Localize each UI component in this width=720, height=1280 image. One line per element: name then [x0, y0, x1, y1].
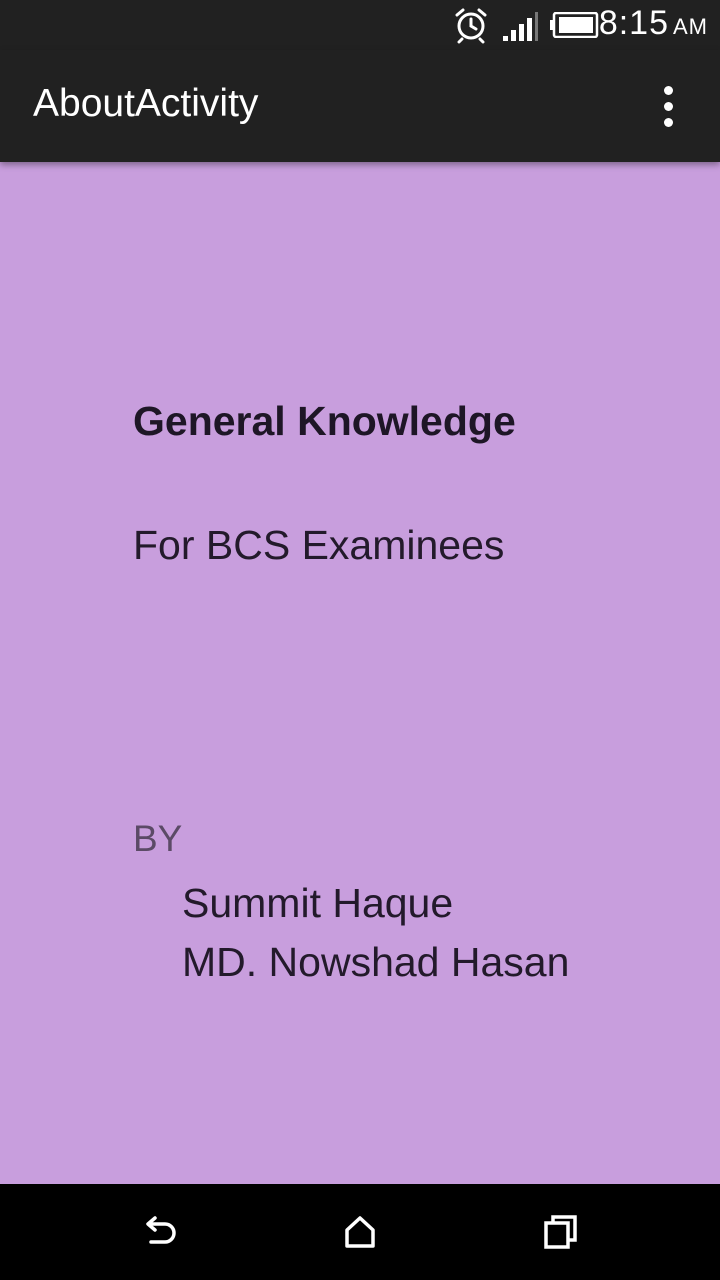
- signal-icon: [503, 12, 538, 41]
- app-subtitle: For BCS Examinees: [133, 522, 505, 568]
- more-vert-icon-dot: [663, 85, 673, 95]
- status-time-value: 8:15: [598, 4, 669, 42]
- back-icon[interactable]: [139, 1212, 179, 1252]
- battery-icon: [550, 12, 599, 38]
- author-name: MD. Nowshad Hasan: [182, 939, 570, 985]
- more-vert-icon-dot: [663, 101, 673, 111]
- by-label: BY: [133, 818, 183, 859]
- more-vert-icon-dot: [663, 117, 673, 127]
- author-name: Summit Haque: [182, 880, 454, 926]
- app-name-heading: General Knowledge: [133, 398, 516, 444]
- alarm-icon: [455, 8, 487, 44]
- home-icon[interactable]: [340, 1212, 380, 1252]
- recents-icon[interactable]: [541, 1212, 581, 1252]
- about-content: General Knowledge For BCS Examinees BY S…: [0, 162, 720, 1184]
- app-bar: AboutActivity: [0, 50, 720, 162]
- status-time-ampm: AM: [673, 14, 708, 39]
- app-title: AboutActivity: [33, 82, 259, 125]
- navigation-bar: [0, 1184, 720, 1280]
- status-bar: 8:15 AM: [0, 0, 720, 50]
- overflow-menu-button[interactable]: [636, 78, 700, 134]
- status-time: 8:15 AM: [599, 4, 708, 43]
